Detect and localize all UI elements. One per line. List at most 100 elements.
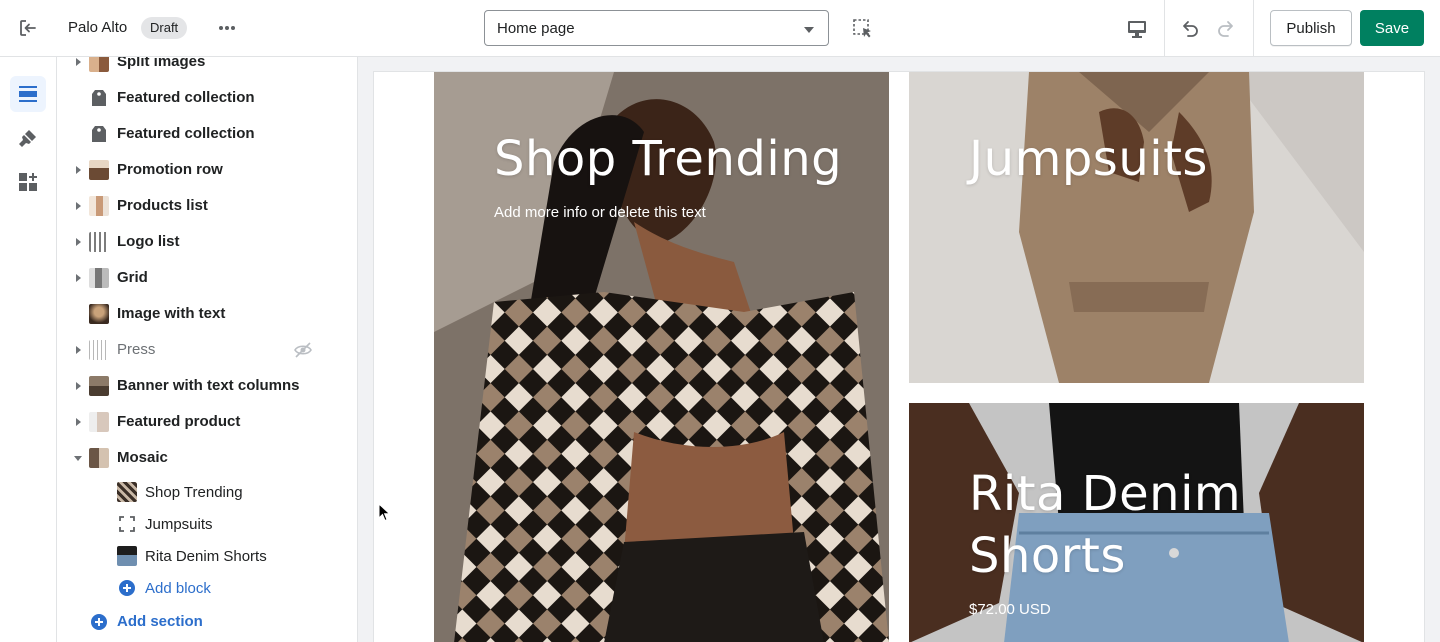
tile-title-line-1: Rita Denim xyxy=(969,466,1242,522)
block-jumpsuits[interactable]: Jumpsuits xyxy=(57,508,357,540)
section-grid[interactable]: Grid xyxy=(57,260,357,296)
block-shop-trending[interactable]: Shop Trending xyxy=(57,476,357,508)
section-label: Mosaic xyxy=(117,449,168,466)
section-featured-collection[interactable]: Featured collection xyxy=(57,116,357,152)
tile-image xyxy=(909,72,1364,383)
undo-icon xyxy=(1183,21,1198,37)
save-button[interactable]: Save xyxy=(1360,10,1424,46)
chevron-right-icon[interactable] xyxy=(76,382,81,390)
app-embeds-tab-button[interactable] xyxy=(10,164,46,200)
theme-settings-tab-button[interactable] xyxy=(10,120,46,156)
left-rail xyxy=(0,57,57,642)
hidden-eye-icon[interactable] xyxy=(293,340,313,360)
block-thumbnail xyxy=(117,482,137,502)
block-label: Shop Trending xyxy=(145,484,243,501)
block-thumbnail xyxy=(117,546,137,566)
section-label: Grid xyxy=(117,269,148,286)
page-selector-value: Home page xyxy=(497,20,575,37)
section-press[interactable]: Press xyxy=(57,332,357,368)
section-label: Products list xyxy=(117,197,208,214)
add-section-label: Add section xyxy=(117,613,203,630)
section-label: Split images xyxy=(117,57,206,70)
collection-tag-icon xyxy=(89,88,109,108)
undo-button[interactable] xyxy=(1175,14,1205,44)
tile-price: $72.00 USD xyxy=(969,601,1051,618)
section-promotion-row[interactable]: Promotion row xyxy=(57,152,357,188)
section-label: Featured product xyxy=(117,413,241,430)
sections-tab-button[interactable] xyxy=(10,76,46,112)
empty-image-icon xyxy=(117,514,137,534)
chevron-down-icon xyxy=(804,27,814,33)
select-cursor-icon xyxy=(853,19,871,38)
section-thumbnail xyxy=(89,448,109,468)
section-mosaic[interactable]: Mosaic xyxy=(57,440,357,476)
ellipsis-icon xyxy=(219,26,235,30)
section-label: Image with text xyxy=(117,305,226,322)
add-block-button[interactable]: Add block xyxy=(57,572,357,604)
mosaic-tile-rita-denim-shorts[interactable]: Rita Denim Shorts $72.00 USD xyxy=(909,403,1364,642)
top-bar: Palo Alto Draft Home page Publish Save xyxy=(0,0,1440,57)
redo-icon xyxy=(1218,21,1233,37)
section-thumbnail xyxy=(89,268,109,288)
block-label: Jumpsuits xyxy=(145,516,213,533)
exit-icon xyxy=(20,20,36,36)
section-label: Press xyxy=(117,341,156,358)
add-block-label: Add block xyxy=(145,580,211,597)
section-thumbnail xyxy=(89,376,109,396)
chevron-down-icon[interactable] xyxy=(74,456,82,461)
section-label: Featured collection xyxy=(117,125,255,142)
inspector-toggle-button[interactable] xyxy=(848,14,878,44)
section-thumbnail xyxy=(89,340,109,360)
collection-tag-icon xyxy=(89,124,109,144)
section-logo-list[interactable]: Logo list xyxy=(57,224,357,260)
more-actions-button[interactable] xyxy=(212,14,242,42)
apps-icon xyxy=(19,173,37,191)
publish-button[interactable]: Publish xyxy=(1270,10,1352,46)
chevron-right-icon[interactable] xyxy=(76,58,81,66)
redo-button[interactable] xyxy=(1211,14,1241,44)
section-label: Banner with text columns xyxy=(117,377,300,394)
section-featured-collection[interactable]: Featured collection xyxy=(57,80,357,116)
mouse-cursor-icon xyxy=(378,503,391,522)
block-label: Rita Denim Shorts xyxy=(145,548,267,565)
sections-panel: Split images Featured collection Feature… xyxy=(57,57,358,642)
desktop-icon xyxy=(1128,21,1146,38)
section-featured-product[interactable]: Featured product xyxy=(57,404,357,440)
section-banner-with-text-columns[interactable]: Banner with text columns xyxy=(57,368,357,404)
section-thumbnail xyxy=(89,304,109,324)
chevron-right-icon[interactable] xyxy=(76,202,81,210)
mosaic-tile-jumpsuits[interactable]: Jumpsuits xyxy=(909,72,1364,383)
section-thumbnail xyxy=(89,57,109,72)
toolbar-divider xyxy=(1164,0,1165,57)
chevron-right-icon[interactable] xyxy=(76,238,81,246)
chevron-right-icon[interactable] xyxy=(76,346,81,354)
tile-title-line-2: Shorts xyxy=(969,528,1126,584)
tile-subtitle: Add more info or delete this text xyxy=(494,204,706,221)
section-thumbnail xyxy=(89,160,109,180)
section-image-with-text[interactable]: Image with text xyxy=(57,296,357,332)
add-section-button[interactable]: Add section xyxy=(57,604,357,640)
toolbar-divider xyxy=(1253,0,1254,57)
section-thumbnail xyxy=(89,412,109,432)
section-label: Logo list xyxy=(117,233,180,250)
block-rita-denim-shorts[interactable]: Rita Denim Shorts xyxy=(57,540,357,572)
section-products-list[interactable]: Products list xyxy=(57,188,357,224)
mosaic-tile-shop-trending[interactable]: Shop Trending Add more info or delete th… xyxy=(434,72,889,642)
add-circle-icon xyxy=(91,614,107,630)
store-name: Palo Alto xyxy=(68,19,128,36)
exit-editor-button[interactable] xyxy=(12,13,44,43)
section-thumbnail xyxy=(89,196,109,216)
chevron-right-icon[interactable] xyxy=(76,418,81,426)
desktop-preview-button[interactable] xyxy=(1122,14,1152,44)
section-thumbnail xyxy=(89,232,109,252)
paintbrush-icon xyxy=(19,130,36,147)
theme-preview: Shop Trending Add more info or delete th… xyxy=(373,71,1425,642)
section-split-images[interactable]: Split images xyxy=(57,57,357,80)
chevron-right-icon[interactable] xyxy=(76,166,81,174)
page-selector[interactable]: Home page xyxy=(484,10,829,46)
add-circle-icon xyxy=(119,580,135,596)
tile-title: Jumpsuits xyxy=(969,131,1208,187)
status-badge: Draft xyxy=(141,17,188,39)
tile-title: Shop Trending xyxy=(494,131,843,187)
chevron-right-icon[interactable] xyxy=(76,274,81,282)
